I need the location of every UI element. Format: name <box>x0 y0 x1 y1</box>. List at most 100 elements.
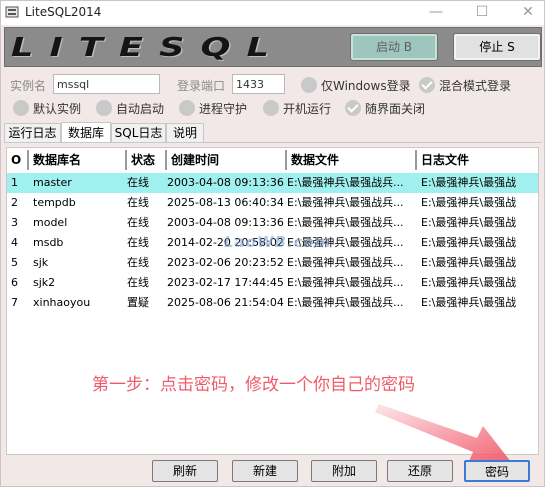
radio-icon <box>301 77 317 93</box>
row-index: 7 <box>11 296 18 309</box>
table-row[interactable]: 6 sjk2 在线 2023-02-17 17:44:45 E:\最强神兵\最强… <box>7 273 538 293</box>
instance-label: 实例名 <box>10 79 47 93</box>
option-label: 混合模式登录 <box>439 79 512 93</box>
app-window: LiteSQL2014 — ☐ ✕ LITESQL 启动 B 停止 S 实例名 … <box>0 0 545 487</box>
column-header[interactable]: 日志文件 <box>417 150 538 170</box>
db-log-file: E:\最强神兵\最强战 <box>421 196 517 209</box>
db-status: 在线 <box>127 256 149 269</box>
row-index: 1 <box>11 176 18 189</box>
window-title: LiteSQL2014 <box>25 5 102 19</box>
tab-sql-log[interactable]: SQL日志 <box>111 123 166 143</box>
tab-run-log[interactable]: 运行日志 <box>4 123 61 143</box>
mixed-auth-option[interactable]: 混合模式登录 <box>419 76 529 94</box>
table-row[interactable]: 5 sjk 在线 2023-02-06 20:23:52 E:\最强神兵\最强战… <box>7 253 538 273</box>
instance-name-field[interactable]: mssql <box>53 74 160 94</box>
column-header[interactable]: 状态 <box>127 150 167 170</box>
db-log-file: E:\最强神兵\最强战 <box>421 276 517 289</box>
db-status: 在线 <box>127 196 149 209</box>
db-data-file: E:\最强神兵\最强战兵... <box>287 256 404 269</box>
db-data-file: E:\最强神兵\最强战兵... <box>287 196 404 209</box>
stop-button[interactable]: 停止 S <box>453 33 541 61</box>
db-created: 2025-08-13 06:40:34 <box>167 196 284 209</box>
tab-databases[interactable]: 数据库 <box>61 122 111 143</box>
db-name: master <box>33 176 72 189</box>
default-instance-option[interactable]: 默认实例 <box>13 99 93 117</box>
db-created: 2003-04-08 09:13:36 <box>167 216 284 229</box>
table-row[interactable]: 2 tempdb 在线 2025-08-13 06:40:34 E:\最强神兵\… <box>7 193 538 213</box>
db-created: 2003-04-08 09:13:36 <box>167 176 284 189</box>
row-index: 6 <box>11 276 18 289</box>
tab-divider <box>4 142 542 143</box>
start-button[interactable]: 启动 B <box>350 33 438 61</box>
auto-start-option[interactable]: 自动启动 <box>96 99 176 117</box>
radio-icon <box>96 100 112 116</box>
db-data-file: E:\最强神兵\最强战兵... <box>287 296 404 309</box>
table-row[interactable]: 1 master 在线 2003-04-08 09:13:36 E:\最强神兵\… <box>7 173 538 193</box>
db-log-file: E:\最强神兵\最强战 <box>421 176 517 189</box>
db-status: 在线 <box>127 176 149 189</box>
db-name: sjk2 <box>33 276 56 289</box>
column-header[interactable]: 数据文件 <box>287 150 417 170</box>
db-name: tempdb <box>33 196 76 209</box>
close-icon[interactable]: ✕ <box>513 1 543 25</box>
db-created: 2023-02-17 17:44:45 <box>167 276 284 289</box>
banner: LITESQL 启动 B 停止 S <box>4 27 542 67</box>
checked-icon <box>419 77 435 93</box>
option-label: 自动启动 <box>116 102 165 116</box>
checked-icon <box>345 100 361 116</box>
row-index: 4 <box>11 236 18 249</box>
radio-icon <box>179 100 195 116</box>
close-with-ui-option[interactable]: 随界面关闭 <box>345 99 445 117</box>
watermark: LaoWB.com <box>224 233 332 251</box>
process-guard-option[interactable]: 进程守护 <box>179 99 259 117</box>
app-logo: LITESQL <box>11 33 286 63</box>
tutorial-annotation: 第一步：点击密码，修改一个你自己的密码 <box>92 375 415 395</box>
attach-button[interactable]: 附加 <box>311 460 377 482</box>
restore-button[interactable]: 还原 <box>387 460 453 482</box>
port-field[interactable]: 1433 <box>232 74 285 94</box>
password-button[interactable]: 密码 <box>464 460 530 482</box>
tab-help[interactable]: 说明 <box>166 123 204 143</box>
option-label: 进程守护 <box>199 102 248 116</box>
db-name: model <box>33 216 68 229</box>
db-data-file: E:\最强神兵\最强战兵... <box>287 276 404 289</box>
row-index: 3 <box>11 216 18 229</box>
db-created: 2025-08-06 21:54:04 <box>167 296 284 309</box>
option-label: 开机运行 <box>283 102 332 116</box>
row-index: 5 <box>11 256 18 269</box>
db-data-file: E:\最强神兵\最强战兵... <box>287 176 404 189</box>
refresh-button[interactable]: 刷新 <box>152 460 218 482</box>
port-label: 登录端口 <box>177 79 226 93</box>
db-name: sjk <box>33 256 49 269</box>
minimize-icon[interactable]: — <box>421 1 451 25</box>
table-row[interactable]: 7 xinhaoyou 置疑 2025-08-06 21:54:04 E:\最强… <box>7 293 538 313</box>
windows-auth-option[interactable]: 仅Windows登录 <box>301 76 421 94</box>
db-name: xinhaoyou <box>33 296 91 309</box>
option-label: 随界面关闭 <box>365 102 426 116</box>
option-label: 仅Windows登录 <box>321 79 411 93</box>
option-label: 默认实例 <box>33 102 82 116</box>
maximize-icon[interactable]: ☐ <box>467 1 497 25</box>
db-name: msdb <box>33 236 64 249</box>
radio-icon <box>13 100 29 116</box>
table-row[interactable]: 3 model 在线 2003-04-08 09:13:36 E:\最强神兵\最… <box>7 213 538 233</box>
db-status: 在线 <box>127 216 149 229</box>
column-header[interactable]: 数据库名 <box>29 150 127 170</box>
column-header[interactable]: 创建时间 <box>167 150 287 170</box>
radio-icon <box>263 100 279 116</box>
new-button[interactable]: 新建 <box>232 460 298 482</box>
row-index: 2 <box>11 196 18 209</box>
db-log-file: E:\最强神兵\最强战 <box>421 256 517 269</box>
title-bar: LiteSQL2014 — ☐ ✕ <box>1 1 544 25</box>
db-data-file: E:\最强神兵\最强战兵... <box>287 216 404 229</box>
column-header[interactable]: O <box>7 150 29 170</box>
db-log-file: E:\最强神兵\最强战 <box>421 216 517 229</box>
db-created: 2023-02-06 20:23:52 <box>167 256 284 269</box>
db-log-file: E:\最强神兵\最强战 <box>421 296 517 309</box>
db-status: 置疑 <box>127 296 149 309</box>
db-log-file: E:\最强神兵\最强战 <box>421 236 517 249</box>
db-status: 在线 <box>127 276 149 289</box>
app-icon <box>5 6 19 18</box>
db-status: 在线 <box>127 236 149 249</box>
run-at-boot-option[interactable]: 开机运行 <box>263 99 343 117</box>
